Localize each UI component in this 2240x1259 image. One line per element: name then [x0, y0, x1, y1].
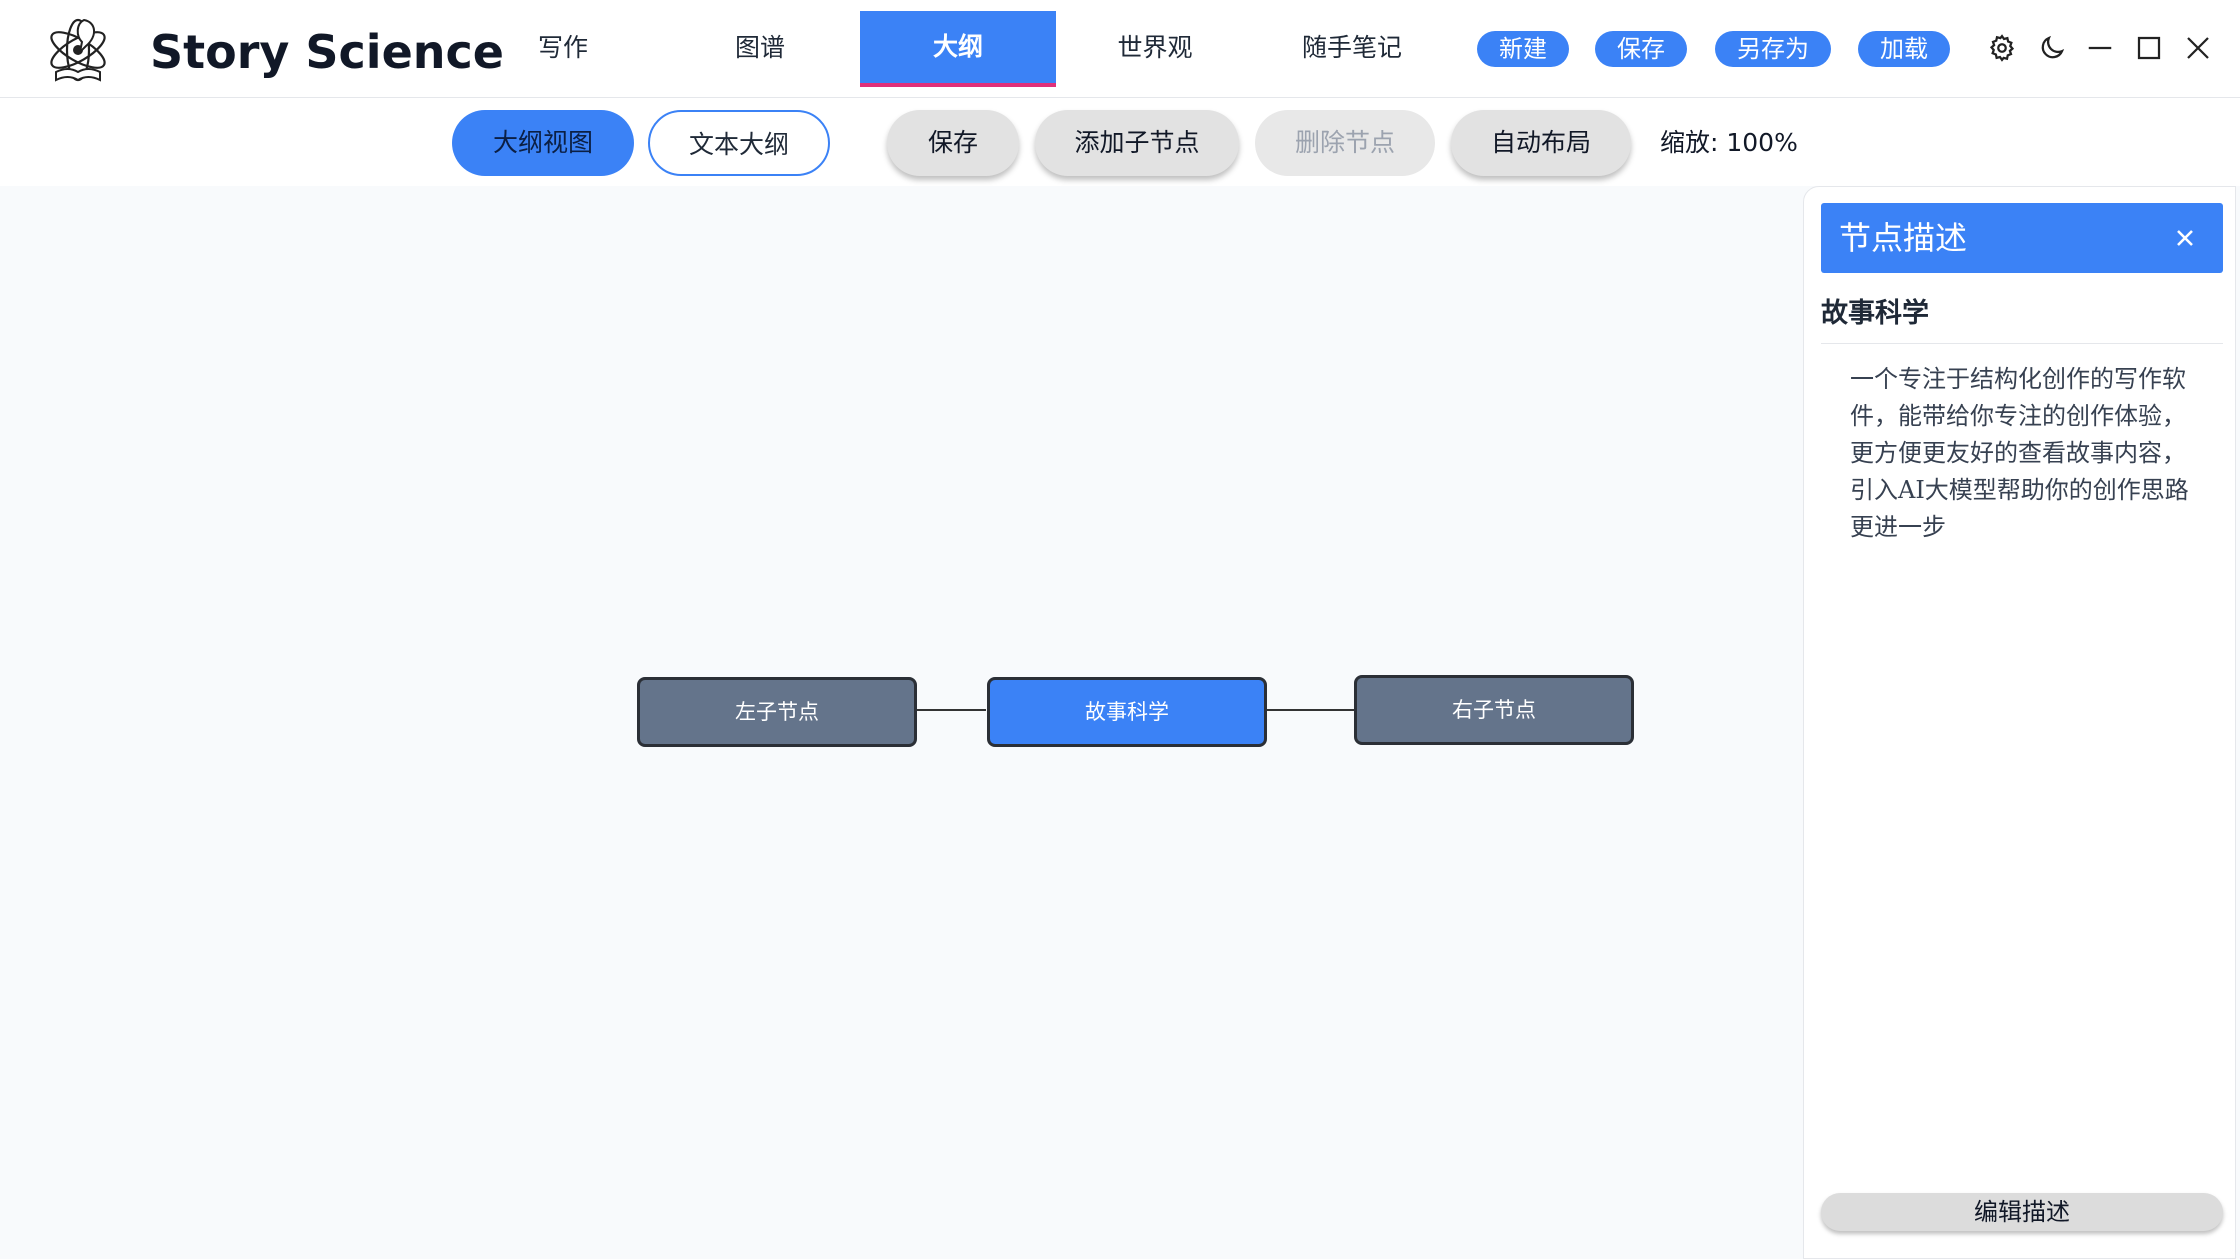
tab-notes[interactable]: 随手笔记	[1254, 11, 1450, 85]
outline-toolbar: 大纲视图 文本大纲 保存 添加子节点 删除节点 自动布局 缩放: 100%	[0, 98, 2240, 186]
outline-node-root[interactable]: 故事科学	[987, 677, 1267, 747]
panel-description: 一个专注于结构化创作的写作软件，能带给你专注的创作体验，更方便更友好的查看故事内…	[1850, 365, 2189, 541]
add-child-node-button[interactable]: 添加子节点	[1035, 110, 1239, 176]
panel-node-title: 故事科学	[1821, 298, 1929, 329]
auto-layout-button[interactable]: 自动布局	[1451, 110, 1631, 176]
save-file-button[interactable]: 保存	[1595, 31, 1687, 67]
outline-view-button[interactable]: 大纲视图	[452, 110, 634, 176]
app-title: Story Science	[150, 25, 504, 79]
text-outline-button[interactable]: 文本大纲	[648, 110, 830, 176]
top-bar: Story Science 写作 图谱 大纲 世界观 随手笔记 新建 保存 另存…	[0, 0, 2240, 98]
tab-worldview[interactable]: 世界观	[1057, 11, 1253, 85]
tab-graph[interactable]: 图谱	[662, 11, 858, 85]
panel-divider	[1821, 343, 2223, 344]
load-button[interactable]: 加载	[1858, 31, 1950, 67]
panel-close-icon[interactable]	[2171, 224, 2199, 252]
outline-node-left[interactable]: 左子节点	[637, 677, 917, 747]
panel-header-title: 节点描述	[1839, 219, 1968, 257]
maximize-icon[interactable]	[2131, 30, 2167, 66]
panel-header: 节点描述	[1821, 203, 2223, 273]
node-description-panel: 节点描述 故事科学 一个专注于结构化创作的写作软件，能带给你专注的创作体验，更方…	[1803, 186, 2236, 1259]
outline-canvas[interactable]: 左子节点 故事科学 右子节点	[0, 186, 1802, 1259]
save-outline-button[interactable]: 保存	[887, 110, 1019, 176]
close-icon[interactable]	[2180, 30, 2216, 66]
new-button[interactable]: 新建	[1477, 31, 1569, 67]
tab-outline[interactable]: 大纲	[860, 11, 1056, 87]
outline-node-right[interactable]: 右子节点	[1354, 675, 1634, 745]
save-as-button[interactable]: 另存为	[1715, 31, 1831, 67]
moon-icon[interactable]	[2034, 30, 2070, 66]
zoom-level: 缩放: 100%	[1660, 128, 1798, 157]
delete-node-button[interactable]: 删除节点	[1255, 110, 1435, 176]
edit-description-button[interactable]: 编辑描述	[1821, 1193, 2223, 1231]
gear-icon[interactable]	[1984, 30, 2020, 66]
tab-writing[interactable]: 写作	[465, 11, 661, 85]
minimize-icon[interactable]	[2082, 30, 2118, 66]
app-logo-icon	[36, 6, 121, 91]
